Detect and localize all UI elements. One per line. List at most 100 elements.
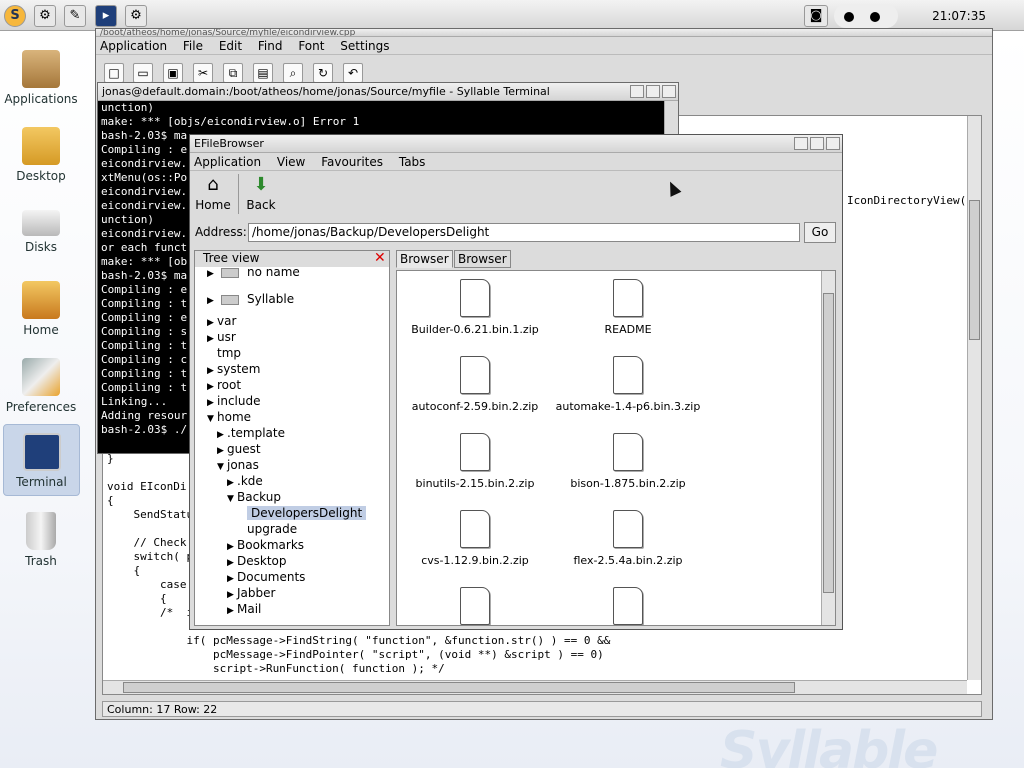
redo-icon[interactable]: ↻ [313,63,333,83]
tree-item-root[interactable]: ▶ root [207,378,241,392]
tree-item-developersdelight[interactable]: DevelopersDelight [237,506,367,520]
close-button[interactable] [826,137,840,150]
editor-horizontal-scrollbar[interactable] [103,680,967,694]
menu-tabs[interactable]: Tabs [399,155,426,169]
collapse-arrow-icon[interactable]: ▶ [217,430,227,440]
desktop-icon-trash[interactable]: Trash [4,504,78,578]
file-item[interactable]: binutils-2.15.bin.2.zip [400,433,550,490]
find-icon[interactable]: ⌕ [283,63,303,83]
tree-item-documents[interactable]: ▶ Documents [227,570,305,584]
menu-font[interactable]: Font [298,39,324,53]
menu-edit[interactable]: Edit [219,39,242,53]
collapse-arrow-icon[interactable]: ▶ [227,542,237,552]
file-item[interactable] [400,587,550,625]
menu-settings[interactable]: Settings [340,39,389,53]
collapse-arrow-icon[interactable]: ▶ [227,590,237,600]
syllable-menu-icon[interactable]: S [4,5,26,27]
tree-item-kde[interactable]: ▶ .kde [227,474,263,488]
prefs-launcher-icon[interactable]: ⚙ [125,5,147,27]
save-icon[interactable]: ▣ [163,63,183,83]
tree-item-bookmarks[interactable]: ▶ Bookmarks [227,538,304,552]
tab-browser-1[interactable]: Browser [396,250,453,268]
scroll-thumb[interactable] [123,682,795,693]
expand-arrow-icon[interactable]: ▼ [207,414,217,424]
collapse-arrow-icon[interactable]: ▶ [217,446,227,456]
file-item[interactable]: Builder-0.6.21.bin.1.zip [400,279,550,336]
collapse-arrow-icon[interactable]: ▶ [227,558,237,568]
go-button[interactable]: Go [804,222,836,243]
desktop-icon-desktop[interactable]: Desktop [4,119,78,193]
close-button[interactable] [662,85,676,98]
open-folder-icon[interactable]: ▭ [133,63,153,83]
collapse-arrow-icon[interactable]: ▶ [207,269,217,279]
terminal-launcher-icon[interactable]: ▸ [95,5,117,27]
tree-item-include[interactable]: ▶ include [207,394,260,408]
menu-file[interactable]: File [183,39,203,53]
terminal-title[interactable]: jonas@default.domain:/boot/atheos/home/j… [98,83,678,101]
filebrowser-title[interactable]: EFileBrowser [190,135,842,153]
tree-item-upgrade[interactable]: upgrade [237,522,297,536]
collapse-arrow-icon[interactable]: ▶ [227,478,237,488]
home-button[interactable]: ⌂ Home [192,174,234,212]
collapse-arrow-icon[interactable]: ▶ [207,398,217,408]
desktop-icon-applications[interactable]: Applications [4,42,78,116]
tab-browser-2[interactable]: Browser [454,250,511,268]
file-item[interactable]: automake-1.4-p6.bin.3.zip [553,356,703,413]
undo-icon[interactable]: ↶ [343,63,363,83]
desktop-icon-preferences[interactable]: Preferences [4,350,78,424]
file-item[interactable]: cvs-1.12.9.bin.2.zip [400,510,550,567]
file-item[interactable] [553,587,703,625]
tree-item-no-name[interactable]: ▶ no name [207,265,300,279]
tree-item-tmp[interactable]: tmp [207,346,241,360]
desktop-icon-disks[interactable]: Disks [4,196,78,270]
collapse-arrow-icon[interactable]: ▶ [227,574,237,584]
desktop-icon-terminal[interactable]: Terminal [3,424,80,496]
collapse-arrow-icon[interactable]: ▶ [207,296,217,306]
tree-item-var[interactable]: ▶ var [207,314,236,328]
menu-application[interactable]: Application [194,155,261,169]
tree-item-system[interactable]: ▶ system [207,362,260,376]
address-input[interactable]: /home/jonas/Backup/DevelopersDelight [248,223,800,242]
collapse-arrow-icon[interactable]: ▶ [207,366,217,376]
collapse-arrow-icon[interactable]: ▶ [227,606,237,616]
menu-favourites[interactable]: Favourites [321,155,383,169]
collapse-arrow-icon[interactable]: ▶ [207,318,217,328]
settings-launcher-icon[interactable]: ⚙ [34,5,56,27]
expand-arrow-icon[interactable]: ▼ [227,494,237,504]
cut-icon[interactable]: ✂ [193,63,213,83]
tree-item-template[interactable]: ▶ .template [217,426,285,440]
edit-launcher-icon[interactable]: ✎ [64,5,86,27]
scroll-thumb[interactable] [823,293,834,593]
tree-item-desktop[interactable]: ▶ Desktop [227,554,287,568]
expand-arrow-icon[interactable]: ▼ [217,462,227,472]
collapse-arrow-icon[interactable]: ▶ [207,382,217,392]
tree-item-syllable[interactable]: ▶ Syllable [207,292,294,306]
editor-vertical-scrollbar[interactable] [967,116,981,680]
maximize-button[interactable] [810,137,824,150]
file-item[interactable]: autoconf-2.59.bin.2.zip [400,356,550,413]
menu-find[interactable]: Find [258,39,283,53]
back-button[interactable]: ⬇ Back [240,174,282,212]
tree-item-jabber[interactable]: ▶ Jabber [227,586,275,600]
tree-item-jonas[interactable]: ▼ jonas [217,458,259,472]
files-vertical-scrollbar[interactable] [821,271,835,625]
desktop-icon-home[interactable]: Home [4,273,78,347]
new-file-icon[interactable]: □ [104,63,124,83]
copy-icon[interactable]: ⧉ [223,63,243,83]
close-tree-icon[interactable]: ✕ [374,251,387,265]
tree-item-home[interactable]: ▼ home [207,410,251,424]
camera-icon[interactable]: ◙ [804,5,828,27]
paste-icon[interactable]: ▤ [253,63,273,83]
minimize-button[interactable] [630,85,644,98]
minimize-button[interactable] [794,137,808,150]
file-item[interactable]: README [553,279,703,336]
editor-title[interactable]: /boot/atheos/home/jonas/Source/myfile/ei… [96,29,992,37]
scroll-thumb[interactable] [969,200,980,340]
menu-application[interactable]: Application [100,39,167,53]
menu-view[interactable]: View [277,155,305,169]
file-item[interactable]: bison-1.875.bin.2.zip [553,433,703,490]
tree-item-usr[interactable]: ▶ usr [207,330,236,344]
collapse-arrow-icon[interactable]: ▶ [207,334,217,344]
maximize-button[interactable] [646,85,660,98]
file-item[interactable]: flex-2.5.4a.bin.2.zip [553,510,703,567]
